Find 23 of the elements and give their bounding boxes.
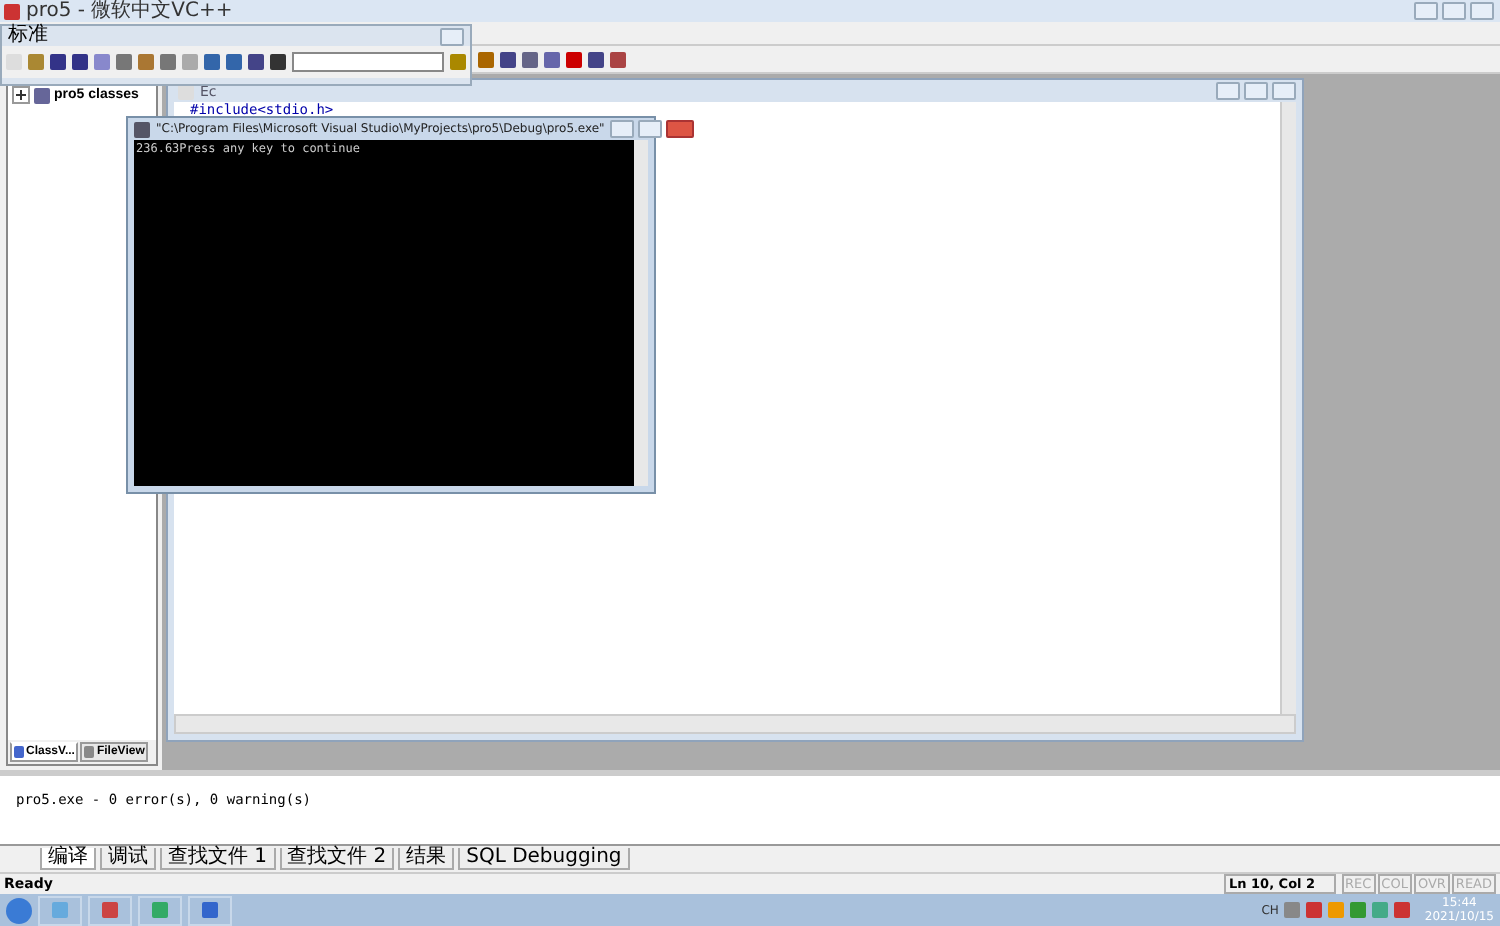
output-tab[interactable]: 调试 <box>100 848 156 870</box>
taskbar-button[interactable] <box>88 895 132 925</box>
output-tab[interactable]: 编译 <box>40 848 96 870</box>
output-tab[interactable]: 结果 <box>398 848 455 870</box>
taskbar-button[interactable] <box>38 895 82 925</box>
minimize-button[interactable] <box>1216 82 1240 100</box>
taskbar-button[interactable] <box>138 895 182 925</box>
vertical-scrollbar[interactable] <box>1280 102 1296 714</box>
minimize-button[interactable] <box>1414 2 1438 20</box>
toolbar-title: 标准 <box>8 26 48 46</box>
expand-toggle[interactable] <box>12 86 30 104</box>
maximize-button[interactable] <box>1244 82 1268 100</box>
output-tab[interactable]: SQL Debugging <box>458 848 630 870</box>
output-tab[interactable]: 查找文件 1 <box>160 848 276 870</box>
search-combo[interactable] <box>292 52 444 72</box>
output-tab[interactable]: 查找文件 2 <box>279 848 395 870</box>
minimize-button[interactable] <box>610 120 635 138</box>
vertical-scrollbar[interactable] <box>634 140 648 486</box>
maximize-button[interactable] <box>1442 2 1466 20</box>
close-button[interactable] <box>666 120 695 138</box>
horizontal-scrollbar[interactable] <box>174 714 1296 734</box>
taskbar-button[interactable] <box>188 895 232 925</box>
start-button[interactable] <box>6 897 32 923</box>
